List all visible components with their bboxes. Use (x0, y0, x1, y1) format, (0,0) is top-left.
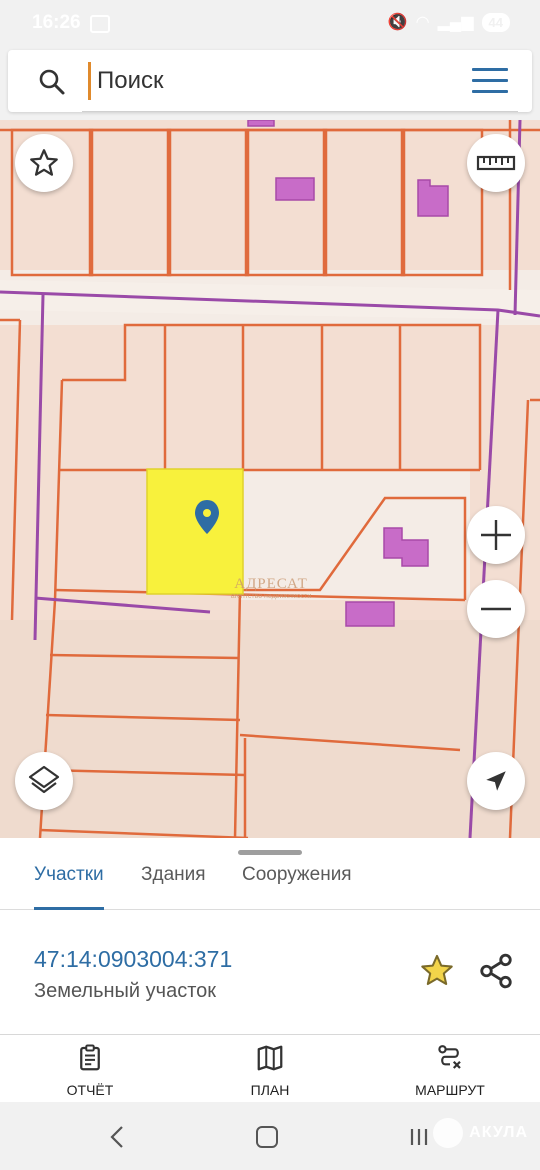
system-nav-bar: АКУЛА (0, 1102, 540, 1170)
share-button[interactable] (477, 952, 517, 992)
map-icon (257, 1045, 283, 1071)
brand-name: АКУЛА (469, 1124, 528, 1141)
cadastral-number-link[interactable]: 47:14:0903004:371 (34, 946, 232, 973)
report-label: ОТЧЁТ (66, 1082, 114, 1098)
route-button[interactable]: МАРШРУТ (390, 1043, 510, 1098)
navigation-arrow-icon (486, 771, 506, 791)
tab-buildings[interactable]: Здания (141, 864, 206, 910)
zoom-in-button[interactable] (467, 506, 525, 564)
parcel-type: Земельный участок (34, 980, 217, 1002)
drag-handle[interactable] (238, 850, 302, 855)
share-icon (480, 953, 512, 989)
screen-record-icon (90, 15, 110, 33)
search-icon[interactable] (38, 68, 66, 96)
watermark-subtitle: агентство недвижимости (230, 593, 312, 600)
tabs-bar: Участки Здания Сооружения (0, 858, 540, 910)
watermark-title: АДРЕСАТ (234, 576, 308, 592)
plus-icon (481, 520, 511, 550)
mute-icon: 🔇 (387, 14, 408, 31)
shark-logo-icon (433, 1118, 464, 1148)
map-view[interactable]: АДРЕСАТ агентство недвижимости (0, 120, 540, 838)
menu-icon[interactable] (472, 68, 508, 94)
ruler-icon (476, 155, 516, 171)
brand-watermark: АКУЛА (433, 1118, 528, 1148)
star-icon (30, 149, 58, 176)
search-underline (82, 111, 518, 112)
tab-parcels[interactable]: Участки (34, 864, 104, 910)
star-icon (421, 954, 453, 986)
search-input[interactable] (88, 62, 468, 100)
zoom-out-button[interactable] (467, 580, 525, 638)
plan-label: ПЛАН (250, 1082, 290, 1098)
bottom-nav: ОТЧЁТ ПЛАН МАРШРУТ (0, 1034, 540, 1102)
layers-button[interactable] (15, 752, 73, 810)
layers-icon (28, 765, 60, 794)
route-icon (438, 1045, 461, 1069)
back-icon[interactable] (106, 1124, 128, 1150)
info-sheet: Участки Здания Сооружения 47:14:0903004:… (0, 838, 540, 1034)
minus-icon (481, 607, 511, 611)
wifi-icon: ◠ (415, 14, 430, 31)
clipboard-icon (80, 1044, 100, 1071)
status-bar: 16:26 🔇 ◠ ▂▄▆ 44 (0, 0, 540, 48)
cadastral-map[interactable] (0, 120, 540, 838)
favorites-map-button[interactable] (15, 134, 73, 192)
route-label: МАРШРУТ (415, 1082, 485, 1098)
plan-button[interactable]: ПЛАН (210, 1043, 330, 1098)
status-icons: 🔇 ◠ ▂▄▆ 44 (388, 12, 510, 32)
add-favorite-button[interactable] (418, 952, 458, 992)
my-location-button[interactable] (467, 752, 525, 810)
tab-structures[interactable]: Сооружения (242, 864, 352, 910)
search-bar (8, 50, 532, 112)
battery-indicator: 44 (481, 12, 510, 32)
watermark: АДРЕСАТ агентство недвижимости (218, 560, 324, 614)
home-icon[interactable] (256, 1126, 278, 1148)
recent-apps-icon[interactable] (408, 1124, 430, 1150)
signal-icon: ▂▄▆ (437, 14, 474, 31)
ruler-button[interactable] (467, 134, 525, 192)
status-time: 16:26 (32, 12, 81, 33)
report-button[interactable]: ОТЧЁТ (30, 1043, 150, 1098)
